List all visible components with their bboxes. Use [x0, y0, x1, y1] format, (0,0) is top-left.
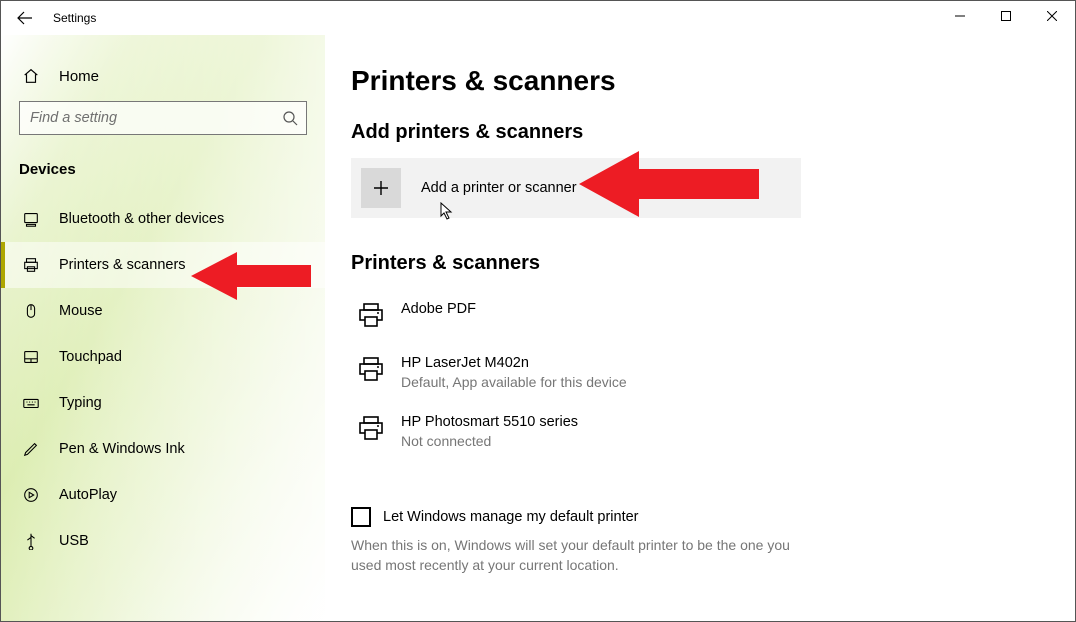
device-row[interactable]: HP LaserJet M402n Default, App available… — [351, 343, 1049, 402]
minimize-icon — [955, 11, 965, 21]
add-printer-button[interactable]: Add a printer or scanner — [351, 158, 801, 218]
default-printer-label: Let Windows manage my default printer — [383, 509, 639, 525]
printer-icon — [351, 299, 391, 333]
sidebar-item-label: Pen & Windows Ink — [59, 441, 185, 457]
window-controls — [937, 1, 1075, 35]
sidebar-section-label: Devices — [1, 145, 325, 188]
sidebar-item-touchpad[interactable]: Touchpad — [1, 334, 325, 380]
sidebar-item-label: USB — [59, 533, 89, 549]
mouse-icon — [19, 302, 43, 320]
home-icon — [19, 67, 43, 85]
window-title: Settings — [53, 11, 96, 25]
device-name: HP LaserJet M402n — [401, 353, 627, 373]
sidebar-home[interactable]: Home — [1, 35, 325, 93]
sidebar-item-label: Bluetooth & other devices — [59, 211, 224, 227]
sidebar-item-typing[interactable]: Typing — [1, 380, 325, 426]
device-row[interactable]: Adobe PDF — [351, 289, 1049, 343]
default-printer-hint: When this is on, Windows will set your d… — [351, 535, 811, 575]
titlebar: Settings — [1, 1, 1075, 35]
printer-icon — [19, 256, 43, 274]
device-name: HP Photosmart 5510 series — [401, 412, 578, 432]
checkbox-icon — [351, 507, 371, 527]
device-name: Adobe PDF — [401, 299, 476, 319]
sidebar-item-label: Typing — [59, 395, 102, 411]
printer-icon — [351, 412, 391, 446]
sidebar-item-label: Mouse — [59, 303, 103, 319]
sidebar-item-mouse[interactable]: Mouse — [1, 288, 325, 334]
device-row[interactable]: HP Photosmart 5510 series Not connected — [351, 402, 1049, 461]
settings-window: Settings Home — [0, 0, 1076, 622]
sidebar-item-label: Printers & scanners — [59, 257, 186, 273]
close-icon — [1047, 11, 1057, 21]
usb-icon — [19, 532, 43, 550]
back-button[interactable] — [1, 1, 49, 35]
page-title: Printers & scanners — [351, 65, 1049, 97]
arrow-left-icon — [17, 10, 33, 26]
search-box[interactable] — [19, 101, 307, 135]
add-printer-label: Add a printer or scanner — [421, 180, 577, 196]
sidebar-item-label: Touchpad — [59, 349, 122, 365]
close-button[interactable] — [1029, 1, 1075, 31]
sidebar-item-label: AutoPlay — [59, 487, 117, 503]
maximize-button[interactable] — [983, 1, 1029, 31]
device-icon — [19, 210, 43, 228]
sidebar-item-usb[interactable]: USB — [1, 518, 325, 564]
add-section-title: Add printers & scanners — [351, 121, 1049, 144]
autoplay-icon — [19, 486, 43, 504]
default-printer-checkbox[interactable]: Let Windows manage my default printer — [351, 507, 811, 527]
sidebar-nav: Bluetooth & other devices Printers & sca… — [1, 188, 325, 564]
content-area: Printers & scanners Add printers & scann… — [325, 35, 1075, 621]
pen-icon — [19, 440, 43, 458]
minimize-button[interactable] — [937, 1, 983, 31]
sidebar-home-label: Home — [59, 68, 99, 85]
search-icon — [274, 110, 306, 126]
printer-icon — [351, 353, 391, 387]
sidebar-item-autoplay[interactable]: AutoPlay — [1, 472, 325, 518]
search-input[interactable] — [20, 102, 274, 134]
list-section-title: Printers & scanners — [351, 252, 1049, 275]
device-status: Not connected — [401, 432, 578, 451]
sidebar-item-bluetooth[interactable]: Bluetooth & other devices — [1, 196, 325, 242]
sidebar: Home Devices Bluetooth & other devices — [1, 35, 325, 621]
touchpad-icon — [19, 348, 43, 366]
plus-icon — [361, 168, 401, 208]
device-status: Default, App available for this device — [401, 373, 627, 392]
sidebar-item-pen[interactable]: Pen & Windows Ink — [1, 426, 325, 472]
sidebar-item-printers[interactable]: Printers & scanners — [1, 242, 325, 288]
maximize-icon — [1001, 11, 1011, 21]
keyboard-icon — [19, 394, 43, 412]
